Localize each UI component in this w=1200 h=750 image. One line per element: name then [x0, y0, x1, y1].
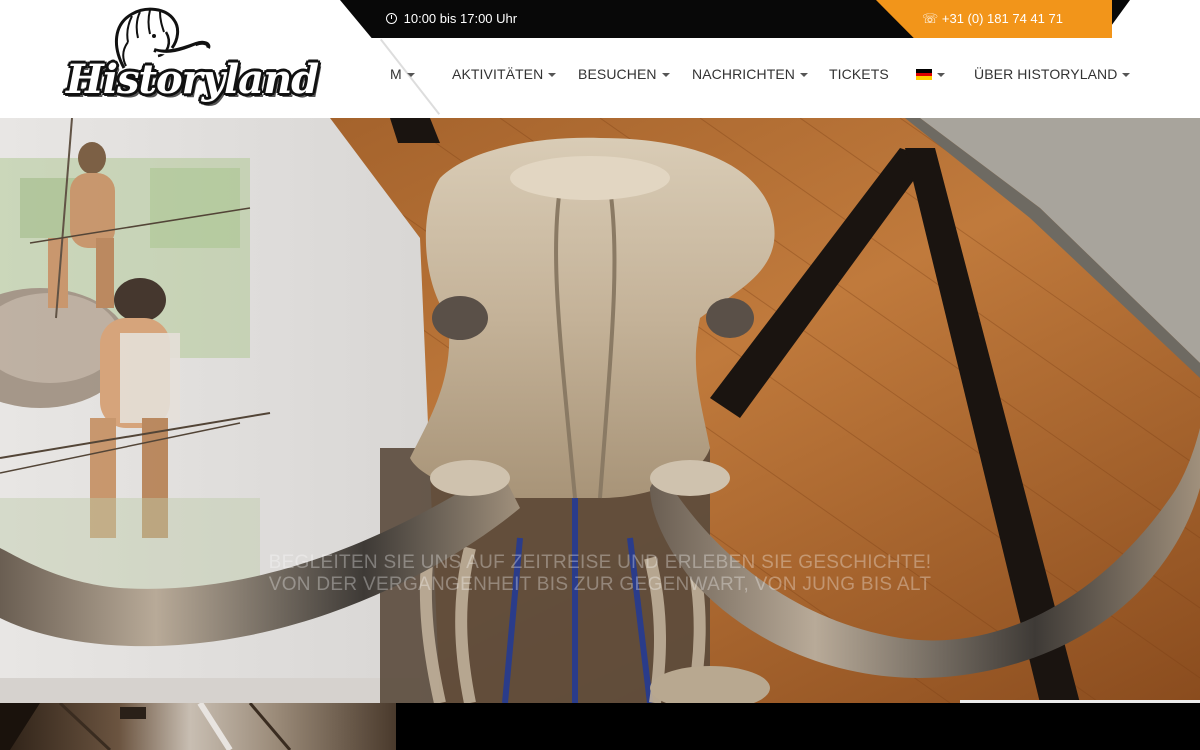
language-selector[interactable] — [916, 66, 945, 82]
nav-item-label: BESUCHEN — [578, 66, 657, 82]
opening-hours-text: 10:00 bis 17:00 Uhr — [403, 11, 518, 26]
photo-detail — [0, 703, 292, 750]
chevron-down-icon — [1122, 73, 1131, 77]
hero-slider[interactable]: BEGLEITEN SIE UNS AUF ZEITREISE UND ERLE… — [0, 118, 1200, 703]
chevron-down-icon — [937, 73, 945, 77]
chevron-down-icon — [661, 73, 670, 77]
nav-item-tickets[interactable]: TICKETS — [829, 66, 889, 82]
nav-item-label: M — [390, 66, 402, 82]
hero-slogan: BEGLEITEN SIE UNS AUF ZEITREISE UND ERLE… — [0, 552, 1200, 596]
phone-link[interactable]: ☏ +31 (0) 181 74 41 71 — [922, 11, 1063, 27]
nav-item-label: TICKETS — [829, 66, 889, 82]
nav-item-besuchen[interactable]: BESUCHEN — [578, 66, 670, 82]
content-panel — [396, 703, 1200, 750]
slogan-line-1: BEGLEITEN SIE UNS AUF ZEITREISE UND ERLE… — [268, 552, 932, 573]
historyland-logo[interactable]: Historyland — [62, 6, 319, 110]
nav-item-nachrichten[interactable]: NACHRICHTEN — [692, 66, 808, 82]
mammoth-skeleton-photo — [0, 118, 1200, 703]
logo-wordmark: Historyland — [66, 56, 319, 103]
nav-item-label: NACHRICHTEN — [692, 66, 795, 82]
chevron-down-icon — [800, 73, 808, 77]
top-info-bar: 10:00 bis 17:00 Uhr ☏ +31 (0) 181 74 41 … — [340, 0, 1130, 38]
nav-item-label: ÜBER HISTORYLAND — [974, 66, 1118, 82]
clock-icon — [386, 13, 397, 24]
nav-item-ueber-historyland[interactable]: ÜBER HISTORYLAND — [974, 66, 1131, 82]
main-navigation: M AKTIVITÄTEN BESUCHEN NACHRICHTEN TICKE… — [390, 66, 1190, 88]
german-flag-icon — [916, 69, 932, 80]
opening-hours: 10:00 bis 17:00 Uhr — [386, 11, 517, 26]
nav-item-label: AKTIVITÄTEN — [452, 66, 544, 82]
chevron-down-icon — [548, 73, 557, 77]
museum-interior-photo[interactable] — [0, 703, 396, 750]
nav-item-aktivitaeten[interactable]: AKTIVITÄTEN — [452, 66, 557, 82]
slogan-line-2: VON DER VERGANGENHEIT BIS ZUR GEGENWART,… — [268, 574, 932, 595]
site-header: Historyland 10:00 bis 17:00 Uhr ☏ +31 (0… — [0, 0, 1200, 118]
